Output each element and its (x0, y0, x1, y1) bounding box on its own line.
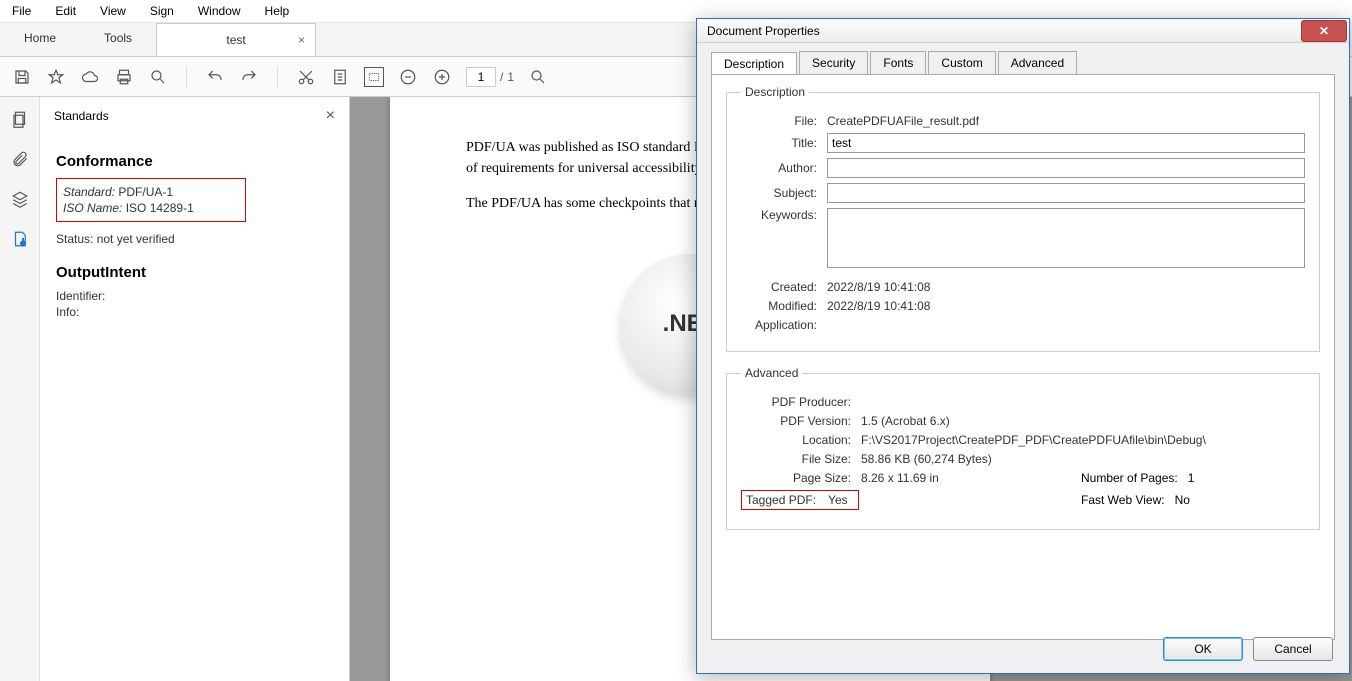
location-value: F:\VS2017Project\CreatePDF_PDF\CreatePDF… (861, 433, 1206, 447)
find-icon[interactable] (528, 67, 548, 87)
menu-edit[interactable]: Edit (51, 2, 80, 20)
dialog-tab-fonts[interactable]: Fonts (870, 51, 926, 74)
page-total: 1 (507, 70, 514, 84)
dialog-tabs: Description Security Fonts Custom Advanc… (697, 43, 1349, 74)
menu-view[interactable]: View (96, 2, 130, 20)
modified-label: Modified: (741, 299, 827, 313)
ok-button[interactable]: OK (1163, 637, 1243, 661)
advanced-legend: Advanced (741, 366, 802, 380)
created-value: 2022/8/19 10:41:08 (827, 280, 930, 294)
standard-label: Standard: (63, 185, 115, 199)
document-properties-dialog: Document Properties ✕ Description Securi… (696, 18, 1350, 674)
menu-help[interactable]: Help (261, 2, 294, 20)
modified-value: 2022/8/19 10:41:08 (827, 299, 930, 313)
advanced-fieldset: Advanced PDF Producer: PDF Version:1.5 (… (726, 366, 1320, 530)
cloud-icon[interactable] (80, 67, 100, 87)
tagged-value: Yes (822, 493, 854, 507)
standard-value: PDF/UA-1 (118, 185, 173, 199)
close-tab-icon[interactable]: × (298, 33, 305, 47)
isoname-value: ISO 14289-1 (126, 201, 194, 215)
dialog-tab-security[interactable]: Security (799, 51, 868, 74)
standards-panel-icon[interactable]: i (10, 229, 30, 249)
isoname-label: ISO Name: (63, 201, 122, 215)
created-label: Created: (741, 280, 827, 294)
page-sep: / (500, 70, 503, 84)
print-icon[interactable] (114, 67, 134, 87)
filesize-value: 58.86 KB (60,274 Bytes) (861, 452, 992, 466)
location-label: Location: (741, 433, 861, 447)
application-label: Application: (741, 318, 827, 332)
filesize-label: File Size: (741, 452, 861, 466)
page-navigation: / 1 (466, 67, 514, 87)
standards-panel: Standards × Conformance Standard: PDF/UA… (40, 97, 350, 681)
version-label: PDF Version: (741, 414, 861, 428)
page-current-input[interactable] (466, 67, 496, 87)
tagged-label: Tagged PDF: (746, 493, 822, 507)
description-fieldset: Description File:CreatePDFUAFile_result.… (726, 85, 1320, 352)
author-label: Author: (741, 161, 827, 175)
dialog-titlebar[interactable]: Document Properties ✕ (697, 19, 1349, 43)
keywords-label: Keywords: (741, 208, 827, 222)
menu-window[interactable]: Window (194, 2, 245, 20)
save-icon[interactable] (12, 67, 32, 87)
tab-document-label: test (226, 33, 245, 47)
numpages-label: Number of Pages: (1081, 471, 1178, 485)
file-value: CreatePDFUAFile_result.pdf (827, 114, 979, 128)
tab-home[interactable]: Home (0, 23, 80, 56)
info-label: Info: (56, 305, 333, 319)
pagesize-value: 8.26 x 11.69 in (861, 471, 939, 485)
redo-icon[interactable] (239, 67, 259, 87)
dialog-tab-custom[interactable]: Custom (928, 51, 995, 74)
tab-tools[interactable]: Tools (80, 23, 156, 56)
dialog-close-button[interactable]: ✕ (1301, 20, 1347, 42)
page-display-icon[interactable] (330, 67, 350, 87)
subject-input[interactable] (827, 183, 1305, 203)
pagesize-label: Page Size: (741, 471, 861, 485)
status-text: Status: not yet verified (56, 232, 333, 246)
zoom-in-icon[interactable] (432, 67, 452, 87)
tagged-pdf-highlight: Tagged PDF: Yes (741, 490, 859, 510)
title-label: Title: (741, 136, 827, 150)
menu-sign[interactable]: Sign (146, 2, 178, 20)
author-input[interactable] (827, 158, 1305, 178)
file-label: File: (741, 114, 827, 128)
separator (277, 66, 278, 88)
star-icon[interactable] (46, 67, 66, 87)
dialog-tabpage: Description File:CreatePDFUAFile_result.… (711, 74, 1335, 640)
fastweb-value: No (1175, 493, 1190, 507)
menu-file[interactable]: File (8, 2, 35, 20)
cut-icon[interactable] (296, 67, 316, 87)
keywords-input[interactable] (827, 208, 1305, 268)
numpages-value: 1 (1188, 471, 1195, 485)
producer-label: PDF Producer: (741, 395, 861, 409)
title-input[interactable] (827, 133, 1305, 153)
dialog-tab-advanced[interactable]: Advanced (998, 51, 1077, 74)
separator (186, 66, 187, 88)
undo-icon[interactable] (205, 67, 225, 87)
subject-label: Subject: (741, 186, 827, 200)
version-value: 1.5 (Acrobat 6.x) (861, 414, 950, 428)
zoom-icon[interactable] (148, 67, 168, 87)
dialog-buttons: OK Cancel (1163, 637, 1333, 661)
tab-document[interactable]: test × (156, 23, 316, 56)
conformance-highlight: Standard: PDF/UA-1 ISO Name: ISO 14289-1 (56, 178, 246, 222)
identifier-label: Identifier: (56, 289, 333, 303)
svg-text:i: i (22, 237, 24, 247)
selection-icon[interactable] (364, 67, 384, 87)
zoom-out-icon[interactable] (398, 67, 418, 87)
attachments-panel-icon[interactable] (10, 149, 30, 169)
left-rail: i (0, 97, 40, 681)
dialog-title: Document Properties (707, 24, 820, 38)
pages-panel-icon[interactable] (10, 109, 30, 129)
close-panel-icon[interactable]: × (326, 107, 335, 125)
layers-panel-icon[interactable] (10, 189, 30, 209)
outputintent-heading: OutputIntent (56, 264, 333, 281)
cancel-button[interactable]: Cancel (1253, 637, 1333, 661)
fastweb-label: Fast Web View: (1081, 493, 1165, 507)
dialog-tab-description[interactable]: Description (711, 52, 797, 75)
standards-panel-title: Standards (54, 109, 109, 123)
conformance-heading: Conformance (56, 153, 333, 170)
description-legend: Description (741, 85, 809, 99)
